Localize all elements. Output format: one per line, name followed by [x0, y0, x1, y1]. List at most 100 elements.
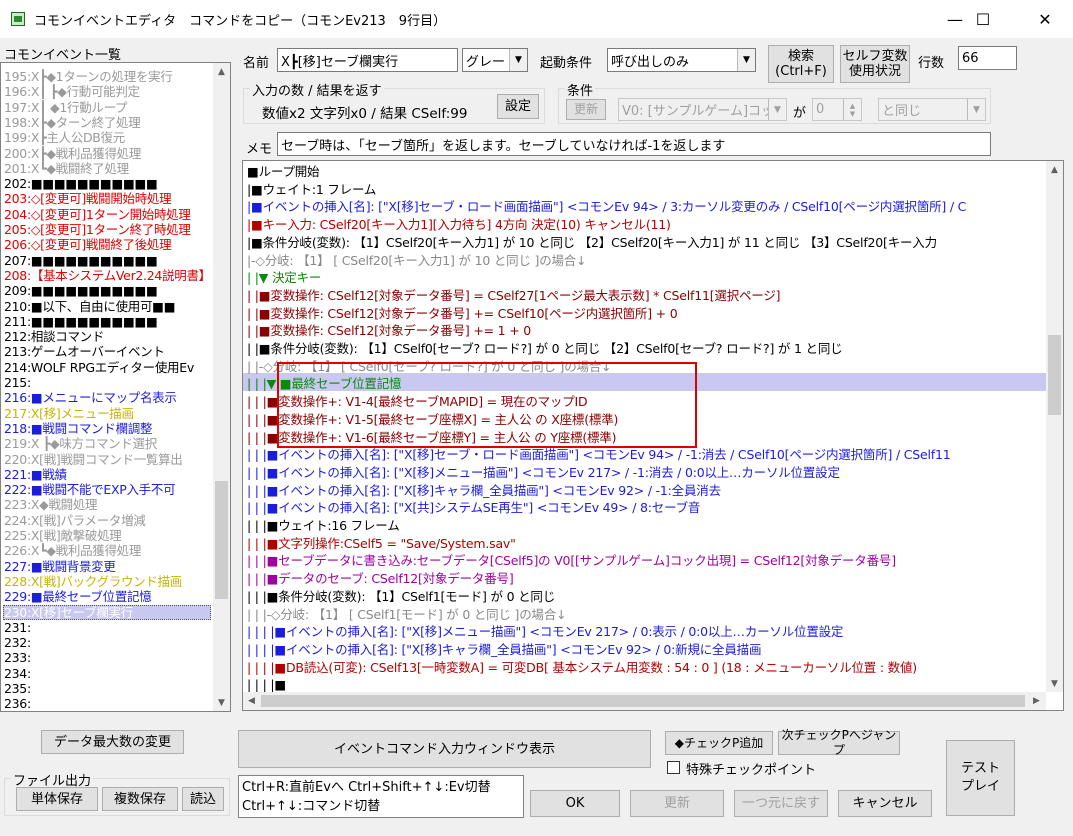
- command-row[interactable]: | |■変数操作: CSelf12[対象データ番号] = CSelf27[1ペー…: [247, 287, 781, 305]
- event-list-item[interactable]: 205:◇[変更可]1ターン終了時処理: [4, 222, 191, 238]
- command-row[interactable]: | | |■イベントの挿入[名]: ["X[移]メニュー描画"] <コモンEv …: [247, 464, 840, 482]
- command-row[interactable]: | | |■セーブデータに書き込み:セーブデータ[CSelf5]の V0[[サン…: [247, 552, 896, 570]
- command-row[interactable]: |■キー入力: CSelf20[キー入力1][入力待ち] 4方向 決定(10) …: [247, 216, 671, 234]
- data-max-change-button[interactable]: データ最大数の変更: [41, 730, 184, 754]
- event-list-item[interactable]: 230:X[移]セーブ欄実行: [4, 605, 133, 621]
- event-list-item[interactable]: 196:X┃ ┣◆行動可能判定: [4, 84, 140, 100]
- event-list-item[interactable]: 234:: [4, 666, 31, 682]
- event-list-item[interactable]: 223:X◆戦闘処理: [4, 497, 98, 513]
- event-list-item[interactable]: 215:: [4, 375, 31, 391]
- update-button[interactable]: 更新: [630, 790, 724, 817]
- event-list-item[interactable]: 235:: [4, 681, 31, 697]
- event-list-item[interactable]: 224:X[戦]パラメータ増減: [4, 513, 146, 529]
- command-row[interactable]: | | | |■イベントの挿入[名]: ["X[移]キャラ欄_全員描画"] <コ…: [247, 641, 761, 659]
- event-list-item[interactable]: 200:X┣◆戦利品獲得処理: [4, 146, 141, 162]
- memo-input[interactable]: セーブ時は、「セーブ箇所」を返します。セーブしていなければ-1を返します: [277, 132, 991, 156]
- test-play-button[interactable]: テスト プレイ: [946, 740, 1015, 816]
- command-row[interactable]: | | |■イベントの挿入[名]: ["X[共]システムSE再生"] <コモンE…: [247, 499, 700, 517]
- io-setting-button[interactable]: 設定: [497, 94, 539, 119]
- load-button[interactable]: 読込: [182, 787, 224, 811]
- command-hscrollbar[interactable]: ◀ ▶: [243, 692, 1046, 710]
- event-list-item[interactable]: 216:■メニューにマップ名表示: [4, 390, 177, 406]
- maximize-button[interactable]: ☐: [959, 0, 1007, 38]
- next-checkpoint-button[interactable]: 次チェックPへジャンプ: [778, 728, 900, 757]
- command-row[interactable]: | | |-◇分岐: 【1】 [ CSelf1[モード] が 0 と同じ ]の場…: [247, 606, 567, 624]
- command-row[interactable]: | | |■ウェイト:16 フレーム: [247, 517, 400, 535]
- event-list-item[interactable]: 228:X[戦]バックグラウンド描画: [4, 574, 182, 590]
- special-checkpoint-checkbox[interactable]: [667, 761, 680, 774]
- command-row[interactable]: | | |■イベントの挿入[名]: ["X[移]セーブ・ロード画面描画"] <コ…: [247, 446, 951, 464]
- event-list-item[interactable]: 213:ゲームオーバーイベント: [4, 344, 165, 360]
- ok-button[interactable]: OK: [530, 790, 620, 817]
- event-list-item[interactable]: 207:■■■■■■■■■■■: [4, 253, 158, 269]
- condition-operator-select[interactable]: と同じ ▼: [878, 98, 986, 121]
- condition-variable-select[interactable]: V0: [サンプルゲーム]コッ ▼: [618, 98, 787, 121]
- command-row[interactable]: |-◇分岐: 【1】 [ CSelf20[キー入力1] が 10 と同じ ]の場…: [247, 252, 587, 270]
- event-list-item[interactable]: 195:X┣◆1ターンの処理を実行: [4, 69, 173, 85]
- event-list-item[interactable]: 231:: [4, 620, 31, 636]
- line-count-input[interactable]: 66: [958, 46, 1017, 70]
- command-row[interactable]: | |■変数操作: CSelf12[対象データ番号] += 1 + 0: [247, 322, 531, 340]
- command-row[interactable]: | |▼ 決定キー: [247, 269, 321, 287]
- checkpoint-add-button[interactable]: ◆チェックP追加: [665, 731, 773, 755]
- event-list-item[interactable]: 218:■戦闘コマンド欄調整: [4, 421, 152, 437]
- event-list-scrollbar[interactable]: ▲ ▼: [213, 63, 230, 711]
- event-list-item[interactable]: 211:■■■■■■■■■■■: [4, 314, 158, 330]
- close-button[interactable]: ✕: [1021, 0, 1069, 38]
- event-list-item[interactable]: 232:: [4, 635, 31, 651]
- scroll-down-icon[interactable]: ▼: [1046, 675, 1063, 692]
- event-list-item[interactable]: 217:X[移]メニュー描画: [4, 406, 134, 422]
- event-list-item[interactable]: 198:X┣◆ターン終了処理: [4, 115, 141, 131]
- event-list-item[interactable]: 225:X[戦]敵撃破処理: [4, 528, 122, 544]
- command-row[interactable]: | | | |■DB読込(可変): CSelf13[一時変数A] = 可変DB[…: [247, 659, 917, 677]
- event-list-item[interactable]: 227:■戦闘背景変更: [4, 559, 116, 575]
- undo-button[interactable]: 一つ元に戻す: [734, 790, 828, 817]
- event-list-item[interactable]: 202:■■■■■■■■■■■: [4, 176, 158, 192]
- scroll-thumb[interactable]: [1048, 335, 1061, 415]
- event-list-item[interactable]: 236:: [4, 696, 31, 711]
- scroll-right-icon[interactable]: ▶: [1028, 692, 1045, 710]
- command-row[interactable]: |■イベントの挿入[名]: ["X[移]セーブ・ロード画面描画"] <コモンEv…: [247, 198, 966, 216]
- scroll-down-icon[interactable]: ▼: [213, 694, 230, 711]
- color-select[interactable]: グレー ▼: [462, 48, 528, 72]
- event-list-item[interactable]: 222:■戦闘不能でEXP入手不可: [4, 482, 176, 498]
- command-row[interactable]: | |■条件分岐(変数): 【1】CSelf0[セーブ? ロード?] が 0 と…: [247, 340, 843, 358]
- scroll-up-icon[interactable]: ▲: [1046, 161, 1063, 178]
- event-list-item[interactable]: 212:相談コマンド: [4, 329, 104, 345]
- scroll-left-icon[interactable]: ◀: [243, 692, 260, 710]
- command-input-window-button[interactable]: イベントコマンド入力ウィンドウ表示: [238, 730, 651, 768]
- event-list-item[interactable]: 204:◇[変更可]1ターン開始時処理: [4, 207, 191, 223]
- command-row[interactable]: |■条件分岐(変数): 【1】CSelf20[キー入力1] が 10 と同じ 【…: [247, 234, 937, 252]
- event-list-item[interactable]: 214:WOLF RPGエディター使用Ev: [4, 360, 194, 376]
- event-list-item[interactable]: 219:X ┣◆味方コマンド選択: [4, 436, 157, 452]
- event-list-item[interactable]: 226:X┗◆戦利品獲得処理: [4, 543, 141, 559]
- event-name-input[interactable]: X┣[移]セーブ欄実行: [277, 48, 458, 72]
- command-vscrollbar[interactable]: ▲ ▼: [1046, 161, 1063, 692]
- event-list-item[interactable]: 229:■最終セーブ位置記憶: [4, 589, 152, 605]
- event-list-item[interactable]: 201:X┗◆戦闘終了処理: [4, 161, 129, 177]
- event-list-item[interactable]: 210:■以下、自由に使用可■■: [4, 299, 176, 315]
- event-list-item[interactable]: 208:【基本システムVer2.24説明書】: [4, 268, 211, 284]
- event-list-item[interactable]: 209:■■■■■■■■■■■: [4, 283, 158, 299]
- scroll-thumb[interactable]: [215, 481, 228, 599]
- event-list-item[interactable]: 220:X[戦]戦闘コマンド一覧算出: [4, 452, 183, 468]
- trigger-select[interactable]: 呼び出しのみ ▼: [607, 48, 756, 72]
- single-save-button[interactable]: 単体保存: [16, 787, 98, 811]
- command-row[interactable]: | | |■文字列操作:CSelf5 = "Save/System.sav": [247, 535, 516, 553]
- event-list-item[interactable]: 206:◇[変更可]戦闘終了後処理: [4, 237, 172, 253]
- command-row[interactable]: | | |■条件分岐(変数): 【1】CSelf1[モード] が 0 と同じ: [247, 588, 555, 606]
- command-row[interactable]: | |■変数操作: CSelf12[対象データ番号] += CSelf10[ペー…: [247, 305, 678, 323]
- condition-update-button[interactable]: 更新: [566, 99, 606, 120]
- search-button[interactable]: 検索 (Ctrl+F): [768, 45, 834, 83]
- command-row[interactable]: ■ループ開始: [247, 163, 320, 181]
- hscroll-thumb[interactable]: [261, 695, 1025, 707]
- command-row[interactable]: | | |■イベントの挿入[名]: ["X[移]キャラ欄_全員描画"] <コモン…: [247, 482, 721, 500]
- event-list-item[interactable]: 199:X┣主人公DB復元: [4, 130, 125, 146]
- self-var-usage-button[interactable]: セルフ変数 使用状況: [840, 45, 910, 83]
- common-event-list[interactable]: 195:X┣◆1ターンの処理を実行 196:X┃ ┣◆行動可能判定 197:X┃ ◆…: [0, 62, 231, 712]
- event-list-item[interactable]: 233:: [4, 650, 31, 666]
- event-list-item[interactable]: 197:X┃ ◆1行動ループ: [4, 100, 128, 116]
- cancel-button[interactable]: キャンセル: [838, 790, 932, 817]
- event-list-item[interactable]: 203:◇[変更可]戦闘開始時処理: [4, 191, 172, 207]
- command-row[interactable]: | | | |■イベントの挿入[名]: ["X[移]メニュー描画"] <コモンE…: [247, 623, 843, 641]
